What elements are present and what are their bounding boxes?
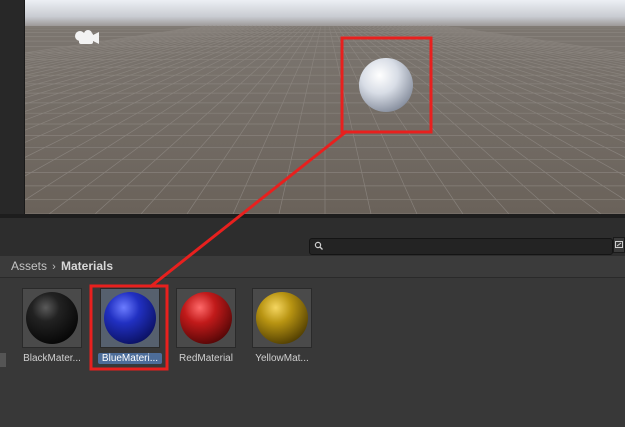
chevron-right-icon: › [52, 261, 56, 273]
unity-editor-window: Assets › Materials BlackMater... BlueMat… [0, 0, 625, 427]
asset-black-material[interactable]: BlackMater... [12, 288, 86, 368]
asset-grid: BlackMater... BlueMateri... RedMaterial … [0, 278, 625, 427]
project-toolbar [0, 218, 625, 256]
scene-viewport[interactable] [25, 0, 625, 214]
search-icon [314, 241, 323, 250]
material-thumbnail [252, 288, 312, 348]
asset-label: RedMaterial [179, 353, 233, 364]
asset-blue-material[interactable]: BlueMateri... [90, 288, 164, 368]
material-sphere-icon [180, 292, 232, 344]
asset-yellow-material[interactable]: YellowMat... [242, 288, 316, 368]
material-sphere-icon [26, 292, 78, 344]
lock-icon [615, 241, 623, 248]
search-input[interactable] [328, 239, 608, 254]
material-thumbnail [22, 288, 82, 348]
asset-label: BlackMater... [23, 353, 81, 364]
material-thumbnail [100, 288, 160, 348]
scrollbar-edge [0, 353, 6, 367]
sky [25, 0, 625, 30]
breadcrumb-materials[interactable]: Materials [61, 259, 113, 273]
asset-red-material[interactable]: RedMaterial [166, 288, 240, 368]
scene-view[interactable] [25, 0, 625, 214]
breadcrumb-assets[interactable]: Assets [11, 259, 47, 273]
sphere-object[interactable] [359, 58, 413, 112]
material-thumbnail [176, 288, 236, 348]
material-sphere-icon [256, 292, 308, 344]
hierarchy-panel-edge [0, 0, 25, 214]
material-sphere-icon [104, 292, 156, 344]
asset-label: BlueMateri... [98, 353, 162, 364]
breadcrumb: Assets › Materials [11, 259, 113, 273]
asset-label: YellowMat... [255, 353, 309, 364]
project-panel: Assets › Materials BlackMater... BlueMat… [0, 218, 625, 427]
search-box[interactable] [309, 238, 613, 255]
breadcrumb-bar: Assets › Materials [0, 256, 625, 278]
lock-button[interactable] [613, 237, 625, 253]
